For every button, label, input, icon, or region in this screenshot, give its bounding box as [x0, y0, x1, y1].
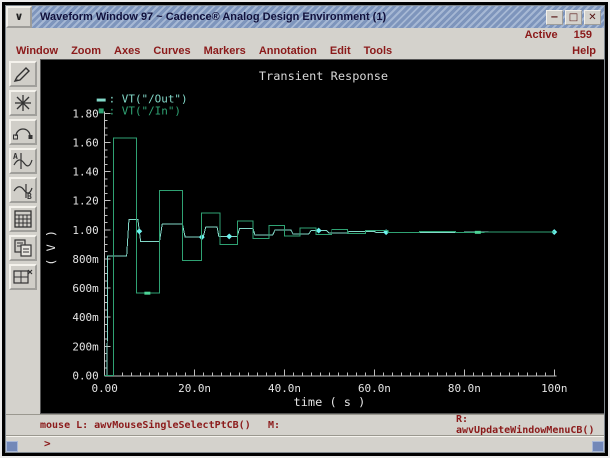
y-tick-label: 1.80	[72, 107, 98, 120]
data-point-marker[interactable]	[474, 230, 481, 234]
waveform-plot[interactable]: 0.00 200m 400m 600m 800m 1.00 1.20 1.40 1.60 1.80…	[41, 60, 604, 413]
subwindow-button[interactable]	[9, 264, 37, 290]
subwindow-icon	[13, 269, 33, 284]
calculator-icon	[14, 210, 32, 228]
x-tick-label: 100n	[541, 382, 567, 395]
y-tick-label: 1.60	[72, 136, 98, 149]
probe-pen-button[interactable]	[9, 61, 37, 87]
menu-item-tools[interactable]: Tools	[364, 45, 393, 57]
horizontal-marker-b-icon: B	[13, 184, 33, 200]
zoom-star-icon	[15, 95, 31, 111]
resize-grip-right[interactable]	[592, 441, 604, 452]
trace-select-icon	[13, 128, 33, 140]
maximize-button[interactable]: □	[565, 9, 582, 25]
window-title: Waveform Window 97 ~ Cadence® Analog Des…	[40, 11, 387, 23]
series-line-in[interactable]	[104, 137, 555, 376]
menu-item-annotation[interactable]: Annotation	[259, 45, 317, 57]
menu-item-zoom[interactable]: Zoom	[71, 45, 101, 57]
y-tick-label: 600m	[72, 282, 99, 295]
y-tick-label: 0.00	[72, 369, 98, 382]
svg-text:B: B	[27, 192, 32, 200]
zoom-star-button[interactable]	[9, 90, 37, 116]
hardcopy-icon	[14, 239, 32, 257]
menu-bar: Window Zoom Axes Curves Markers Annotation Edi…	[6, 42, 604, 59]
x-axis-label: time ( s )	[294, 395, 366, 409]
y-tick-label: 1.00	[72, 224, 98, 237]
screen: ∨ Waveform Window 97 ~ Cadence® Analog D…	[0, 0, 610, 458]
window-menu-button[interactable]: ∨	[6, 6, 32, 28]
menu-item-edit[interactable]: Edit	[330, 45, 351, 57]
y-tick-label: 200m	[72, 340, 99, 353]
probe-pen-icon	[13, 67, 30, 82]
y-axis-label: ( V )	[44, 230, 58, 266]
main-area: AB 0.00 200m 400m 600m 800m 1.00 1.20 1.40 1.60 1…	[6, 59, 604, 414]
data-point-marker[interactable]	[136, 228, 143, 235]
plot-canvas[interactable]: 0.00 200m 400m 600m 800m 1.00 1.20 1.40 1.60 1.80…	[40, 59, 604, 414]
x-tick-label: 60.0n	[358, 382, 391, 395]
menu-item-help[interactable]: Help	[572, 45, 604, 57]
series-line-out[interactable]	[104, 219, 554, 376]
data-point-marker[interactable]	[315, 227, 322, 234]
toolbar: AB	[6, 59, 40, 414]
chart-title: Transient Response	[259, 69, 388, 83]
mouse-left-binding: mouse L: awvMouseSingleSelectPtCB()	[40, 419, 251, 431]
svg-text:A: A	[13, 152, 18, 161]
minimize-button[interactable]: −	[546, 9, 563, 25]
menu-item-axes[interactable]: Axes	[114, 45, 140, 57]
active-count: 159	[573, 29, 592, 41]
title-strip[interactable]: Waveform Window 97 ~ Cadence® Analog Des…	[32, 6, 604, 28]
vertical-marker-a-button[interactable]: A	[9, 148, 37, 174]
command-prompt[interactable]: >	[6, 435, 604, 452]
mouse-right-binding: R: awvUpdateWindowMenuCB()	[456, 414, 595, 436]
x-tick-label: 20.0n	[178, 382, 211, 395]
menu-bar-items: Window Zoom Axes Curves Markers Annotation Edi…	[16, 45, 392, 57]
close-button[interactable]: ✕	[584, 9, 601, 25]
y-tick-label: 1.40	[72, 166, 98, 179]
calculator-button[interactable]	[9, 206, 37, 232]
active-label: Active	[524, 29, 558, 41]
legend-marker	[96, 98, 106, 102]
menu-item-curves[interactable]: Curves	[153, 45, 190, 57]
trace-select-button[interactable]	[9, 119, 37, 145]
legend-label[interactable]: : VT("/In")	[109, 104, 181, 117]
active-status-row: Active 159	[6, 28, 604, 42]
y-tick-label: 400m	[72, 311, 99, 324]
menu-item-markers[interactable]: Markers	[204, 45, 246, 57]
hardcopy-button[interactable]	[9, 235, 37, 261]
data-point-marker[interactable]	[226, 233, 233, 240]
y-tick-label: 1.20	[72, 195, 98, 208]
data-point-marker[interactable]	[144, 291, 151, 295]
mouse-middle-binding: M:	[268, 419, 281, 431]
x-tick-label: 40.0n	[268, 382, 301, 395]
legend-marker	[98, 108, 104, 114]
y-tick-label: 800m	[72, 253, 99, 266]
status-bar: mouse L: awvMouseSingleSelectPtCB() M: R…	[6, 414, 604, 436]
vertical-marker-a-icon: A	[13, 152, 33, 169]
waveform-window: ∨ Waveform Window 97 ~ Cadence® Analog D…	[5, 5, 605, 453]
resize-grip-left[interactable]	[6, 441, 18, 452]
menu-item-window[interactable]: Window	[16, 45, 58, 57]
horizontal-marker-b-button[interactable]: B	[9, 177, 37, 203]
title-bar: ∨ Waveform Window 97 ~ Cadence® Analog D…	[6, 6, 604, 28]
x-tick-label: 0.00	[92, 382, 118, 395]
x-tick-label: 80.0n	[448, 382, 481, 395]
